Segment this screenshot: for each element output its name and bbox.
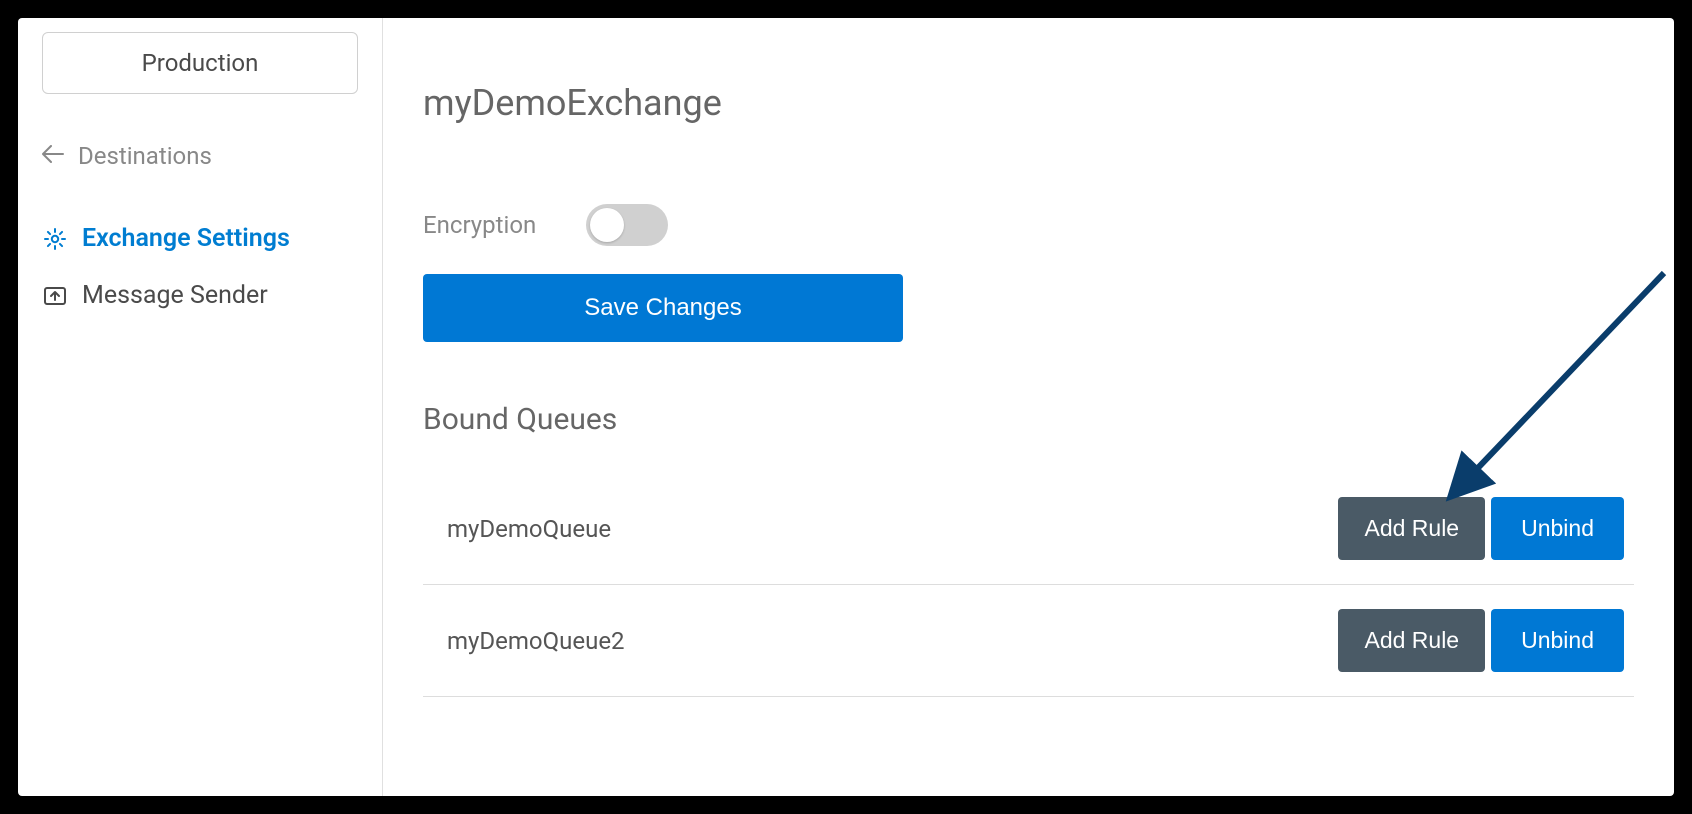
nav-exchange-settings[interactable]: Exchange Settings bbox=[42, 210, 358, 267]
add-rule-button[interactable]: Add Rule bbox=[1338, 609, 1485, 672]
sidebar: Production Destinations Exchange Setting… bbox=[18, 18, 383, 796]
back-to-destinations[interactable]: Destinations bbox=[42, 142, 358, 170]
queue-actions: Add Rule Unbind bbox=[1338, 609, 1624, 672]
add-rule-button[interactable]: Add Rule bbox=[1338, 497, 1485, 560]
bound-queues-title: Bound Queues bbox=[423, 402, 1634, 437]
encryption-row: Encryption bbox=[423, 204, 1634, 246]
page-title: myDemoExchange bbox=[423, 82, 1634, 124]
queue-row: myDemoQueue2 Add Rule Unbind bbox=[423, 585, 1634, 697]
queue-actions: Add Rule Unbind bbox=[1338, 497, 1624, 560]
queue-row: myDemoQueue Add Rule Unbind bbox=[423, 473, 1634, 585]
main-content: myDemoExchange Encryption Save Changes B… bbox=[383, 18, 1674, 796]
encryption-label: Encryption bbox=[423, 211, 536, 239]
gear-icon bbox=[42, 226, 68, 252]
environment-selector[interactable]: Production bbox=[42, 32, 358, 94]
encryption-toggle[interactable] bbox=[586, 204, 668, 246]
queue-name: myDemoQueue2 bbox=[447, 627, 625, 655]
unbind-button[interactable]: Unbind bbox=[1491, 497, 1624, 560]
save-changes-button[interactable]: Save Changes bbox=[423, 274, 903, 342]
queue-name: myDemoQueue bbox=[447, 515, 611, 543]
upload-icon bbox=[42, 283, 68, 309]
environment-label: Production bbox=[142, 49, 259, 77]
nav-label: Message Sender bbox=[82, 281, 268, 310]
nav-label: Exchange Settings bbox=[82, 224, 290, 253]
toggle-knob bbox=[590, 208, 624, 242]
unbind-button[interactable]: Unbind bbox=[1491, 609, 1624, 672]
arrow-left-icon bbox=[42, 144, 64, 169]
nav-message-sender[interactable]: Message Sender bbox=[42, 267, 358, 324]
back-label: Destinations bbox=[78, 142, 212, 170]
app-container: Production Destinations Exchange Setting… bbox=[18, 18, 1674, 796]
